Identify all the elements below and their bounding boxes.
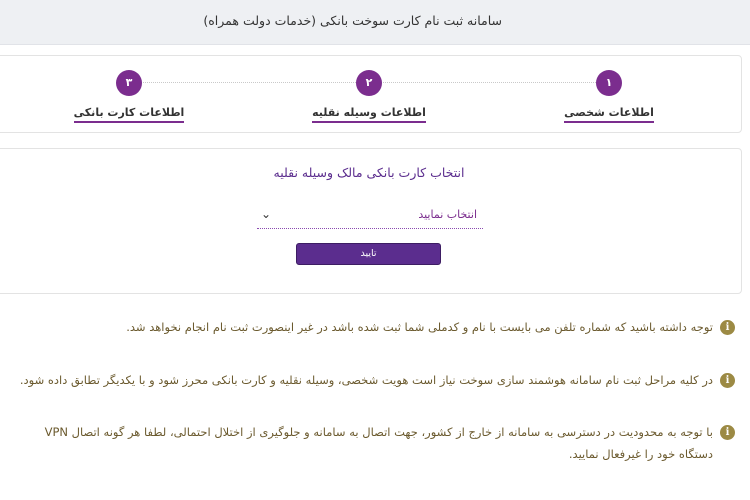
info-note: i توجه داشته باشید که شماره تلفن می بایس…: [15, 316, 735, 338]
step-label: اطلاعات وسیله نقلیه: [312, 106, 426, 123]
stepper-card: ۱ اطلاعات شخصی ۲ اطلاعات وسیله نقلیه ۳ ا…: [0, 55, 742, 133]
step-number-badge: ۲: [356, 70, 382, 96]
info-icon: i: [720, 425, 735, 440]
info-note: i با توجه به محدودیت در دسترسی به سامانه…: [15, 421, 735, 465]
bank-card-select[interactable]: انتخاب نمایید ⌄: [257, 205, 483, 229]
form-title: انتخاب کارت بانکی مالک وسیله نقلیه: [273, 165, 465, 180]
step-number-badge: ۳: [116, 70, 142, 96]
note-text: با توجه به محدودیت در دسترسی به سامانه ا…: [44, 425, 713, 461]
info-icon: i: [720, 373, 735, 388]
page-title: سامانه ثبت نام کارت سوخت بانکی (خدمات دو…: [203, 13, 502, 28]
step-label: اطلاعات شخصی: [564, 106, 654, 123]
bank-card-form: انتخاب کارت بانکی مالک وسیله نقلیه انتخا…: [0, 148, 742, 294]
select-value: انتخاب نمایید: [418, 208, 477, 221]
info-note: i در کلیه مراحل ثبت نام سامانه هوشمند سا…: [15, 369, 735, 391]
step-label: اطلاعات کارت بانکی: [73, 106, 185, 123]
info-icon: i: [720, 320, 735, 335]
step-vehicle-info[interactable]: ۲ اطلاعات وسیله نقلیه: [299, 70, 439, 130]
step-bank-card-info[interactable]: ۳ اطلاعات کارت بانکی: [59, 70, 199, 130]
page-header: سامانه ثبت نام کارت سوخت بانکی (خدمات دو…: [0, 0, 750, 45]
note-text: در کلیه مراحل ثبت نام سامانه هوشمند سازی…: [19, 373, 713, 387]
confirm-button[interactable]: تایید: [296, 243, 441, 265]
step-number-badge: ۱: [596, 70, 622, 96]
chevron-down-icon: ⌄: [261, 207, 272, 221]
step-personal-info[interactable]: ۱ اطلاعات شخصی: [539, 70, 679, 130]
note-text: توجه داشته باشید که شماره تلفن می بایست …: [126, 320, 713, 334]
